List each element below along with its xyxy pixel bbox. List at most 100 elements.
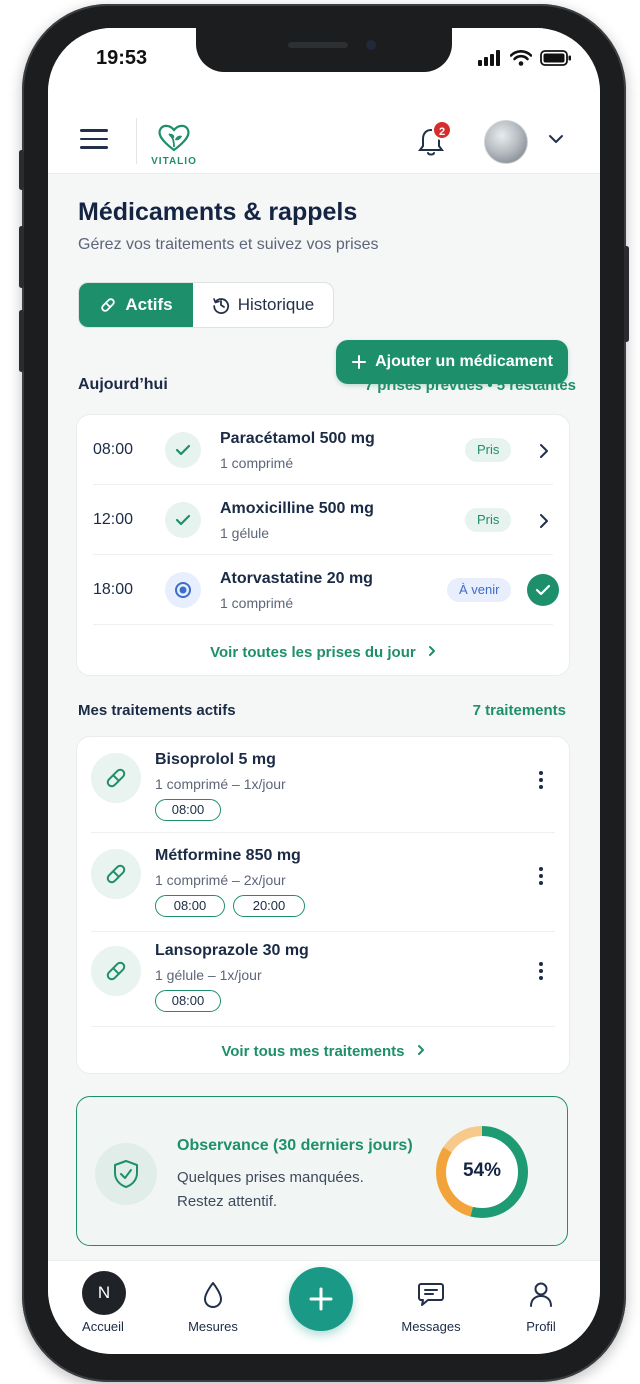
view-all-treatments-label: Voir tous mes traitements <box>221 1043 405 1060</box>
app-header: VITALIO 2 <box>48 88 600 174</box>
pill-icon <box>91 946 141 996</box>
dose-quantity: 1 comprimé <box>220 455 294 471</box>
today-doses-card: 08:00 Paracétamol 500 mg 1 comprimé Pris… <box>76 414 570 676</box>
status-badge: Pris <box>465 438 512 462</box>
nav-accueil-label: Accueil <box>82 1319 124 1334</box>
treatment-row[interactable]: Lansoprazole 30 mg 1 gélule – 1x/jour 08… <box>91 932 555 1027</box>
adherence-message-line2: Restez attentif. <box>177 1193 278 1210</box>
dose-medication-name: Atorvastatine 20 mg <box>220 570 373 587</box>
treatment-row[interactable]: Bisoprolol 5 mg 1 comprimé – 1x/jour 08:… <box>91 737 555 833</box>
time-chips: 08:00 20:00 <box>155 895 305 917</box>
chevron-right-icon[interactable] <box>539 443 549 459</box>
adherence-message-line1: Quelques prises manquées. <box>177 1169 364 1186</box>
logo-text: VITALIO <box>151 156 197 167</box>
upcoming-radio-icon <box>165 572 201 608</box>
time-chip: 08:00 <box>155 799 221 821</box>
dose-medication-name: Amoxicilline 500 mg <box>220 500 374 517</box>
tab-historique[interactable]: Historique <box>193 283 333 327</box>
taken-check-icon <box>165 502 201 538</box>
page-title: Médicaments & rappels <box>78 198 358 226</box>
signal-icon <box>478 50 500 66</box>
view-all-doses-label: Voir toutes les prises du jour <box>210 644 416 661</box>
treatment-name: Lansoprazole 30 mg <box>155 942 309 959</box>
plus-icon <box>352 355 367 369</box>
nav-profil-label: Profil <box>526 1319 556 1334</box>
more-options-icon[interactable] <box>539 867 543 888</box>
chevron-down-icon[interactable] <box>548 134 564 144</box>
plus-icon <box>309 1287 333 1311</box>
message-bubble-icon <box>418 1283 444 1306</box>
pill-icon <box>91 753 141 803</box>
shield-check-icon <box>95 1143 157 1205</box>
tab-actifs[interactable]: Actifs <box>79 283 193 327</box>
today-title: Aujourd’hui <box>78 376 168 393</box>
time-chips: 08:00 <box>155 990 221 1012</box>
treatments-title: Mes traitements actifs <box>78 702 236 719</box>
front-camera <box>366 40 376 50</box>
dose-medication-name: Paracétamol 500 mg <box>220 430 375 447</box>
bottom-navigation: N Accueil Mesures Messages Profil <box>48 1260 600 1354</box>
app-logo[interactable]: VITALIO <box>148 123 200 167</box>
treatment-name: Métformine 850 mg <box>155 847 301 864</box>
more-options-icon[interactable] <box>539 962 543 983</box>
status-badge: Pris <box>465 508 512 532</box>
page-subtitle: Gérez vos traitements et suivez vos pris… <box>78 236 379 253</box>
tab-actifs-label: Actifs <box>125 295 173 314</box>
user-profile-icon <box>530 1282 552 1307</box>
volume-up-button <box>19 226 24 288</box>
row-divider <box>93 624 553 625</box>
header-divider <box>136 118 137 164</box>
treatments-card: Bisoprolol 5 mg 1 comprimé – 1x/jour 08:… <box>76 736 570 1074</box>
time-chip: 08:00 <box>155 990 221 1012</box>
dose-quantity: 1 gélule <box>220 525 270 541</box>
add-fab-button[interactable] <box>289 1267 353 1331</box>
treatment-name: Bisoprolol 5 mg <box>155 751 276 768</box>
adherence-title: Observance (30 derniers jours) <box>177 1137 413 1154</box>
time-chips: 08:00 <box>155 799 221 821</box>
battery-icon <box>540 50 571 66</box>
pill-icon <box>91 849 141 899</box>
add-medication-label: Ajouter un médicament <box>375 353 553 370</box>
water-drop-icon <box>204 1282 222 1308</box>
row-divider <box>91 1026 555 1027</box>
tab-bar: Actifs Historique <box>78 282 334 328</box>
today-section-header: Aujourd’hui 7 prises prévues • 5 restant… <box>78 376 576 394</box>
heart-leaf-logo-icon <box>158 124 190 152</box>
view-all-doses-link[interactable]: Voir toutes les prises du jour <box>77 644 569 661</box>
more-options-icon[interactable] <box>539 771 543 792</box>
today-summary: 7 prises prévues • 5 restantes <box>364 376 576 394</box>
treatment-dosage: 1 comprimé – 1x/jour <box>155 776 286 792</box>
time-chip: 08:00 <box>155 895 225 917</box>
status-time: 19:53 <box>96 47 148 69</box>
speaker-grille <box>288 42 348 48</box>
treatment-dosage: 1 comprimé – 2x/jour <box>155 872 286 888</box>
taken-check-icon <box>165 432 201 468</box>
time-chip: 20:00 <box>233 895 305 917</box>
dose-row[interactable]: 08:00 Paracétamol 500 mg 1 comprimé Pris <box>93 415 553 485</box>
treatment-dosage: 1 gélule – 1x/jour <box>155 967 262 983</box>
chevron-right-icon[interactable] <box>539 513 549 529</box>
dose-row[interactable]: 18:00 Atorvastatine 20 mg 1 comprimé À v… <box>93 555 559 625</box>
hamburger-menu-icon[interactable] <box>80 129 108 151</box>
tab-historique-label: Historique <box>237 295 315 314</box>
status-icons <box>478 50 572 66</box>
treatments-section-header: Mes traitements actifs 7 traitements <box>78 702 566 719</box>
user-avatar[interactable] <box>484 120 528 164</box>
dose-time: 18:00 <box>93 581 134 598</box>
adherence-card[interactable]: Observance (30 derniers jours) Quelques … <box>76 1096 568 1246</box>
treatment-row[interactable]: Métformine 850 mg 1 comprimé – 2x/jour 0… <box>91 833 555 932</box>
user-initial-avatar: N <box>82 1271 126 1315</box>
chevron-right-icon <box>417 1045 424 1055</box>
volume-down-button <box>19 310 24 372</box>
dose-time: 12:00 <box>93 511 134 528</box>
nav-messages-label: Messages <box>401 1319 461 1334</box>
mute-switch <box>19 150 24 190</box>
mark-taken-button[interactable] <box>527 574 559 606</box>
camera-notch <box>196 28 452 72</box>
history-clock-icon <box>212 298 229 314</box>
check-icon <box>535 584 551 596</box>
wifi-icon <box>510 50 532 66</box>
dose-time: 08:00 <box>93 441 134 458</box>
dose-row[interactable]: 12:00 Amoxicilline 500 mg 1 gélule Pris <box>93 485 553 555</box>
view-all-treatments-link[interactable]: Voir tous mes traitements <box>77 1043 569 1060</box>
